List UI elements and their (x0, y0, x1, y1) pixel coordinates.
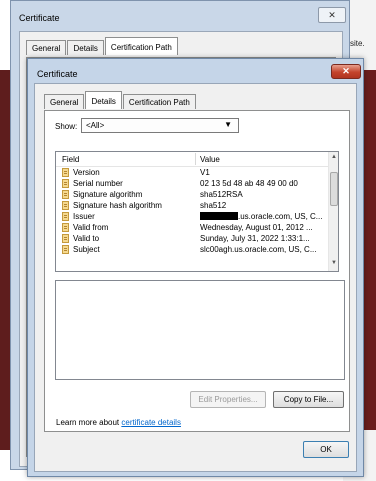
field-name: Signature hash algorithm (73, 201, 162, 210)
certificate-dialog: Certificate ✕ General Details Certificat… (27, 58, 364, 477)
list-item[interactable]: Subject slc00agh.us.oracle.com, US, C... (56, 245, 328, 255)
dropdown-arrow-icon: ▼ (224, 120, 232, 129)
dialog-title: Certificate (37, 69, 78, 79)
field-name: Issuer (73, 212, 95, 221)
list-header: Field Value (56, 152, 328, 167)
list-item[interactable]: Version V1 (56, 168, 328, 178)
background-page-text: site. (350, 39, 365, 48)
dialog-body: General Details Certification Path Show:… (34, 83, 357, 472)
field-value: sha512 (200, 201, 227, 210)
field-value: V1 (200, 168, 210, 177)
field-name: Version (73, 168, 100, 177)
show-label: Show: (55, 122, 78, 131)
column-header-field[interactable]: Field (62, 155, 79, 164)
field-value: slc00agh.us.oracle.com, US, C... (200, 245, 317, 254)
certificate-details-link[interactable]: certificate details (121, 418, 181, 427)
list-item[interactable]: Signature hash algorithm sha512 (56, 201, 328, 211)
back-tab-certification-path[interactable]: Certification Path (104, 37, 178, 55)
copy-to-file-button[interactable]: Copy to File... (273, 391, 344, 408)
back-tab-strip: General Details Certification Path (26, 37, 179, 58)
column-header-value[interactable]: Value (200, 155, 220, 164)
certificate-field-icon (62, 201, 69, 210)
field-value: sha512RSA (200, 190, 243, 199)
close-button[interactable]: ✕ (331, 64, 361, 79)
fields-list[interactable]: Field Value Version V1 Serial number 02 … (55, 151, 339, 272)
back-window-title: Certificate (19, 13, 60, 23)
field-value: 02 13 5d 48 ab 48 49 00 d0 (200, 179, 298, 188)
certificate-field-icon (62, 168, 69, 177)
certificate-field-icon (62, 190, 69, 199)
field-name: Valid from (73, 223, 109, 232)
field-value: Wednesday, August 01, 2012 ... (200, 223, 313, 232)
list-item[interactable]: Valid from Wednesday, August 01, 2012 ..… (56, 223, 328, 233)
list-item[interactable]: Serial number 02 13 5d 48 ab 48 49 00 d0 (56, 179, 328, 189)
issuer-value-text: .us.oracle.com, US, C... (238, 212, 323, 221)
field-detail-box[interactable] (55, 280, 345, 380)
tab-general[interactable]: General (44, 94, 85, 109)
back-tab-general[interactable]: General (26, 40, 67, 55)
scroll-thumb[interactable] (330, 172, 338, 206)
field-value-issuer: .us.oracle.com, US, C... (200, 212, 322, 221)
edit-properties-button[interactable]: Edit Properties... (190, 391, 266, 408)
list-item[interactable]: Valid to Sunday, July 31, 2022 1:33:1... (56, 234, 328, 244)
tab-strip: General Details Certification Path (44, 91, 197, 110)
field-value: Sunday, July 31, 2022 1:33:1... (200, 234, 310, 243)
details-panel: Show: <All> ▼ Field Value Version V1 Ser… (44, 110, 350, 432)
scroll-up-icon[interactable]: ▲ (331, 154, 337, 160)
show-dropdown-value: <All> (86, 121, 105, 130)
column-divider[interactable] (195, 153, 196, 165)
scroll-down-icon[interactable]: ▼ (331, 260, 337, 266)
back-close-button[interactable]: ✕ (318, 7, 346, 23)
certificate-field-icon (62, 234, 69, 243)
learn-more-prefix: Learn more about (56, 418, 122, 427)
tab-details[interactable]: Details (85, 91, 122, 109)
list-scrollbar[interactable]: ▲ ▼ (328, 152, 338, 271)
list-item[interactable]: Issuer .us.oracle.com, US, C... (56, 212, 328, 222)
back-tab-details[interactable]: Details (67, 40, 104, 55)
field-name: Subject (73, 245, 100, 254)
certificate-field-icon (62, 223, 69, 232)
certificate-field-icon (62, 179, 69, 188)
field-name: Serial number (73, 179, 123, 188)
tab-certification-path[interactable]: Certification Path (122, 94, 196, 109)
certificate-field-icon (62, 212, 69, 221)
field-name: Valid to (73, 234, 100, 243)
list-item[interactable]: Signature algorithm sha512RSA (56, 190, 328, 200)
ok-button[interactable]: OK (303, 441, 349, 458)
learn-more-text: Learn more about certificate details (56, 418, 181, 427)
certificate-field-icon (62, 245, 69, 254)
show-dropdown[interactable]: <All> ▼ (81, 118, 239, 133)
redaction-bar (200, 212, 238, 220)
field-name: Signature algorithm (73, 190, 143, 199)
